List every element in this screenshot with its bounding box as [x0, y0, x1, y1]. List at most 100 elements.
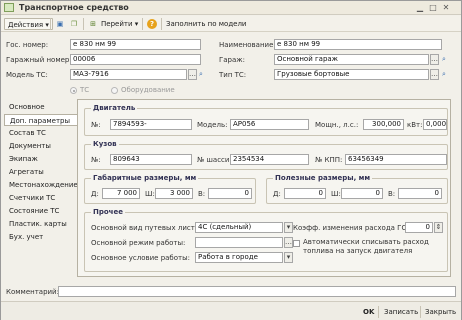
radio-ts-label: ТС — [80, 86, 90, 94]
kpp-field[interactable]: 63456349 — [345, 154, 447, 165]
gos-nomer-field[interactable]: е 830 нм 99 — [70, 39, 201, 50]
radio-ts[interactable] — [70, 87, 77, 94]
help-icon[interactable]: ? — [147, 19, 157, 29]
toolbar-separator — [161, 18, 162, 30]
window-icon — [4, 3, 14, 12]
close-icon[interactable]: ✕ — [441, 3, 451, 13]
tab-documents[interactable]: Документы — [4, 140, 77, 152]
garage-number-field[interactable]: 00006 — [70, 54, 201, 65]
chassis-label: № шасси: — [197, 156, 232, 164]
engine-power-field[interactable]: 300,000 — [363, 119, 404, 130]
useful-dims-title: Полезные размеры, мм — [273, 174, 373, 182]
work-mode-field[interactable] — [195, 237, 283, 248]
fill-by-model-button[interactable]: Заполнить по модели — [166, 18, 246, 30]
engine-model-field[interactable]: АР056 — [230, 119, 309, 130]
auto-writeoff-label-1: Автоматически списывать расход — [303, 238, 429, 246]
overall-dims-group: Габаритные размеры, мм Д: 7 000 Ш: 3 000… — [84, 174, 256, 204]
engine-group: Двигатель №: 7894593- Модель: АР056 Мощн… — [84, 104, 448, 136]
engine-group-title: Двигатель — [91, 104, 138, 112]
goto-icon[interactable]: ⊞ — [87, 18, 99, 30]
other-group: Прочее Основной вид путевых листов: 4С (… — [84, 208, 448, 272]
work-mode-pick-button[interactable]: … — [284, 237, 293, 248]
garage-search-icon[interactable]: ⌕ — [442, 55, 446, 64]
tab-crew[interactable]: Экипаж — [4, 153, 77, 165]
overall-d-field[interactable]: 7 000 — [102, 188, 140, 199]
save-disk-icon[interactable]: ▣ — [54, 18, 66, 30]
title-bar: Транспортное средство ▁ □ ✕ — [1, 1, 461, 15]
kpp-label: № КПП: — [315, 156, 343, 164]
goto-menu-button[interactable]: Перейти ▾ — [101, 18, 138, 30]
footer-bar: OK Записать Закрыть — [1, 301, 461, 320]
type-pick-button[interactable]: … — [430, 69, 439, 80]
chassis-field[interactable]: 2354534 — [230, 154, 309, 165]
tab-accounting[interactable]: Бух. учет — [4, 231, 77, 243]
model-pick-button[interactable]: … — [188, 69, 197, 80]
engine-number-label: №: — [91, 121, 101, 129]
coef-field[interactable]: 0 — [405, 222, 433, 233]
copy-icon[interactable]: ❐ — [68, 18, 80, 30]
garage-pick-button[interactable]: … — [430, 54, 439, 65]
overall-d-label: Д: — [91, 190, 99, 198]
minimize-icon[interactable]: ▁ — [415, 3, 425, 13]
body-group: Кузов №: 809643 № шасси: 2354534 № КПП: … — [84, 140, 448, 170]
tab-counters[interactable]: Счетчики ТС — [4, 192, 77, 204]
save-button[interactable]: Записать — [384, 306, 418, 318]
radio-equipment[interactable] — [111, 87, 118, 94]
body-number-field[interactable]: 809643 — [110, 154, 192, 165]
type-label: Тип ТС: — [219, 71, 247, 79]
engine-power-label: Мощн., л.с.: — [315, 121, 359, 129]
type-field[interactable]: Грузовые бортовые — [274, 69, 429, 80]
engine-number-field[interactable]: 7894593- — [110, 119, 192, 130]
useful-h-field[interactable]: 0 — [398, 188, 442, 199]
tab-osnovnoe[interactable]: Основное — [4, 101, 77, 113]
window-title: Транспортное средство — [19, 3, 129, 12]
comment-field[interactable] — [58, 286, 456, 297]
coef-spin-button[interactable]: ⇕ — [434, 222, 443, 233]
tab-location[interactable]: Местонахождение — [4, 179, 78, 191]
close-button[interactable]: Закрыть — [425, 306, 456, 318]
waybill-label: Основной вид путевых листов: — [91, 224, 206, 232]
tab-aggregates[interactable]: Агрегаты — [4, 166, 77, 178]
useful-w-label: Ш: — [331, 190, 341, 198]
overall-h-field[interactable]: 0 — [208, 188, 252, 199]
ok-button[interactable]: OK — [363, 306, 374, 318]
tab-sostav-ts[interactable]: Состав ТС — [4, 127, 77, 139]
toolbar-separator — [50, 18, 51, 30]
model-label: Модель ТС: — [6, 71, 48, 79]
actions-menu-button[interactable]: Действия ▾ — [4, 18, 53, 30]
auto-writeoff-label-2: топлива на запуск двигателя — [303, 247, 413, 255]
coef-label: Коэфф. изменения расхода ГСМ: — [293, 224, 415, 232]
model-field[interactable]: МАЗ-7916 — [70, 69, 187, 80]
radio-equipment-label: Оборудование — [121, 86, 175, 94]
tab-plastic-cards[interactable]: Пластик. карты — [4, 218, 77, 230]
engine-model-label: Модель: — [197, 121, 228, 129]
name-field[interactable]: е 830 нм 99 — [274, 39, 442, 50]
garage-field[interactable]: Основной гараж — [274, 54, 429, 65]
useful-w-field[interactable]: 0 — [341, 188, 383, 199]
tab-list: Основное Доп. параметры Состав ТС Докуме… — [4, 99, 78, 277]
useful-d-field[interactable]: 0 — [284, 188, 326, 199]
tab-state[interactable]: Состояние ТС — [4, 205, 77, 217]
maximize-icon[interactable]: □ — [428, 3, 438, 13]
useful-d-label: Д: — [273, 190, 281, 198]
engine-kw-label: кВт: — [407, 121, 423, 129]
other-group-title: Прочее — [91, 208, 125, 216]
type-search-icon[interactable]: ⌕ — [442, 70, 446, 79]
waybill-field[interactable]: 4С (сдельный) — [195, 222, 283, 233]
waybill-dropdown-button[interactable]: ▾ — [284, 222, 293, 233]
garage-number-label: Гаражный номер: — [6, 56, 72, 64]
overall-h-label: В: — [198, 190, 206, 198]
auto-writeoff-checkbox[interactable] — [293, 240, 300, 247]
actions-label: Действия — [8, 21, 44, 29]
tab-dop-parameters[interactable]: Доп. параметры — [4, 114, 77, 126]
toolbar: Действия ▾ ▣ ❐ ⊞ Перейти ▾ ? Заполнить п… — [1, 16, 461, 32]
work-condition-field[interactable]: Работа в городе — [195, 252, 283, 263]
work-condition-label: Основное условие работы: — [91, 254, 190, 262]
work-condition-dropdown-button[interactable]: ▾ — [284, 252, 293, 263]
garage-label: Гараж: — [219, 56, 245, 64]
dop-parameters-panel: Двигатель №: 7894593- Модель: АР056 Мощн… — [77, 99, 451, 277]
engine-kw-field[interactable]: 0,000 — [423, 119, 447, 130]
overall-w-label: Ш: — [145, 190, 155, 198]
overall-w-field[interactable]: 3 000 — [155, 188, 193, 199]
model-search-icon[interactable]: ⌕ — [199, 70, 203, 79]
